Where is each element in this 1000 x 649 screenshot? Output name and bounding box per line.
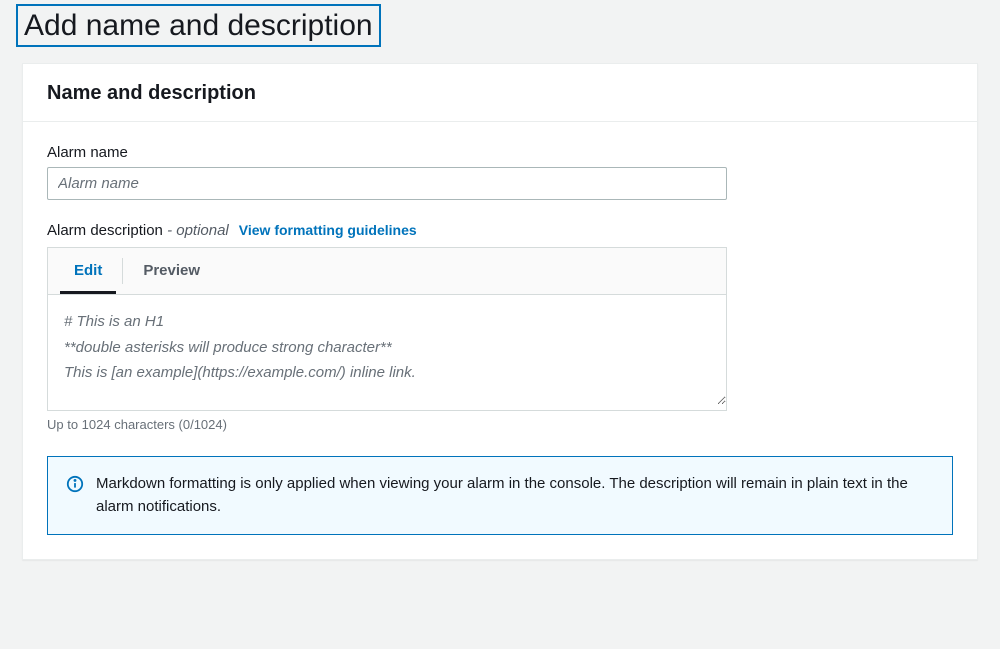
info-text: Markdown formatting is only applied when…: [96, 473, 934, 518]
page-title: Add name and description: [16, 4, 381, 47]
tab-edit[interactable]: Edit: [60, 248, 116, 294]
tab-preview[interactable]: Preview: [129, 248, 214, 294]
markdown-info-box: Markdown formatting is only applied when…: [47, 456, 953, 535]
alarm-name-input[interactable]: [47, 167, 727, 200]
alarm-description-label-text: Alarm description: [47, 222, 163, 239]
panel-body: Alarm name Alarm description - optional …: [23, 122, 977, 559]
alarm-description-field-group: Alarm description - optional View format…: [47, 222, 953, 432]
view-formatting-guidelines-link[interactable]: View formatting guidelines: [239, 222, 417, 238]
panel-heading: Name and description: [47, 82, 953, 105]
optional-suffix: - optional: [167, 222, 229, 239]
description-editor: Edit Preview: [47, 247, 727, 411]
alarm-description-label: Alarm description - optional: [47, 222, 229, 239]
name-description-panel: Name and description Alarm name Alarm de…: [22, 63, 978, 560]
tab-divider: [122, 258, 123, 284]
alarm-name-label: Alarm name: [47, 144, 953, 161]
alarm-description-textarea[interactable]: [48, 295, 726, 405]
editor-tabs: Edit Preview: [48, 248, 726, 295]
panel-header: Name and description: [23, 64, 977, 122]
description-helper-text: Up to 1024 characters (0/1024): [47, 417, 953, 432]
alarm-name-field-group: Alarm name: [47, 144, 953, 200]
info-icon: [66, 475, 84, 498]
alarm-description-label-row: Alarm description - optional View format…: [47, 222, 953, 239]
